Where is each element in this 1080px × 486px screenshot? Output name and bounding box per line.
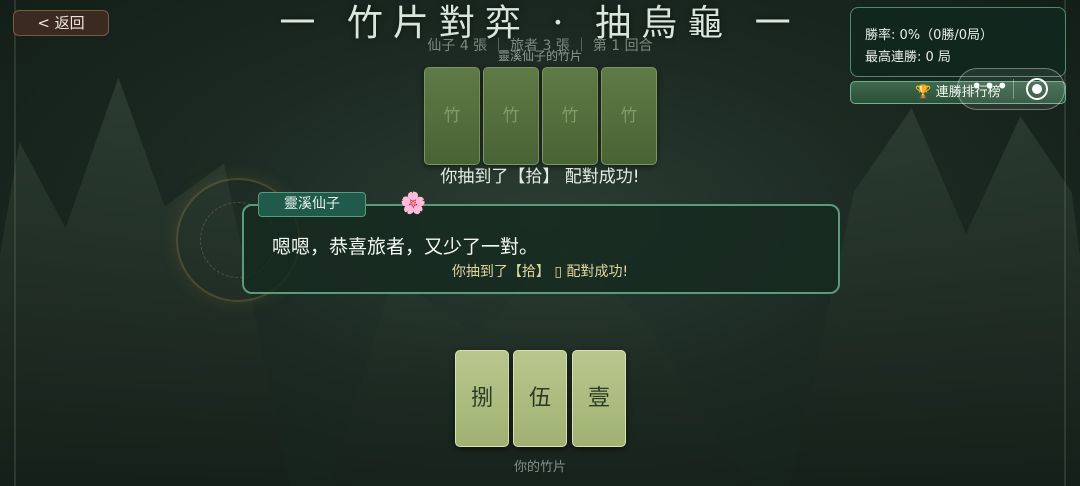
player-hand-label: 你的竹片: [513, 460, 566, 475]
opponent-card[interactable]: 竹: [483, 67, 539, 165]
opponent-card[interactable]: 竹: [542, 67, 598, 165]
draw-result-message: 你抽到了【拾】 配對成功!: [440, 167, 640, 187]
trophy-icon: 🏆: [915, 85, 932, 100]
dialog-text: 嗯嗯，恭喜旅者，又少了一對。: [272, 236, 539, 258]
player-card[interactable]: 伍: [513, 350, 567, 447]
win-rate-text: 勝率: 0%（0勝/0局）: [865, 28, 994, 43]
opponent-card[interactable]: 竹: [601, 67, 657, 165]
player-card[interactable]: 壹: [572, 350, 626, 447]
stats-panel: 勝率: 0%（0勝/0局） 最高連勝: 0 局: [850, 7, 1066, 77]
mini-program-capsule: •••: [957, 68, 1065, 110]
opponent-card[interactable]: 竹: [424, 67, 480, 165]
best-streak-text: 最高連勝: 0 局: [865, 50, 951, 65]
speaker-name-tag: 靈溪仙子: [258, 192, 366, 217]
close-target-icon[interactable]: [1026, 78, 1048, 100]
flower-icon: 🌸: [400, 191, 427, 215]
capsule-divider: [1013, 79, 1014, 99]
player-card[interactable]: 捌: [455, 350, 509, 447]
more-icon[interactable]: •••: [970, 76, 1010, 100]
dialog-subtext: 你抽到了【拾】 ▯ 配對成功!: [451, 264, 629, 280]
